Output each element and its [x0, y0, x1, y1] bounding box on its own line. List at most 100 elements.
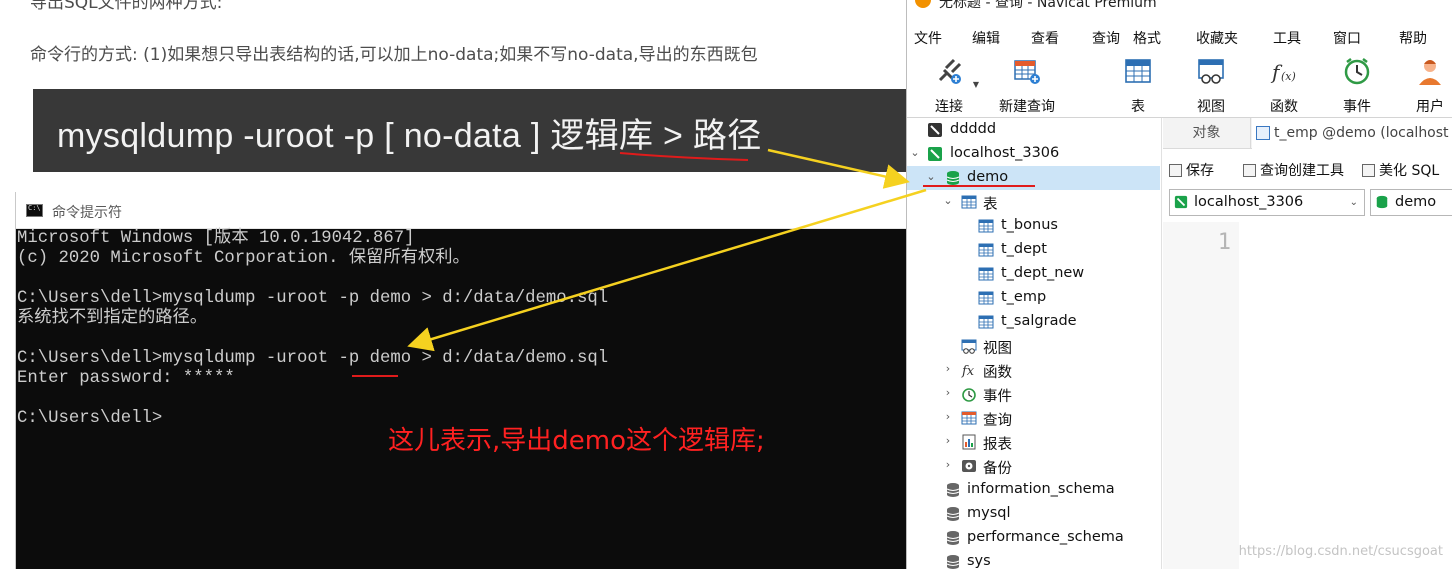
table-icon — [978, 219, 994, 233]
chevron-down-icon[interactable]: ⌄ — [909, 146, 921, 159]
tree-item-label: 报表 — [983, 437, 1012, 453]
cmd-window[interactable]: 命令提示符 Microsoft Windows [版本 10.0.19042.8… — [15, 192, 908, 569]
view-icon — [1198, 59, 1224, 84]
tree-item-database[interactable]: mysql — [907, 502, 1160, 526]
query-builder-button[interactable]: 查询创建工具 — [1243, 160, 1344, 180]
tree-item-database[interactable]: performance_schema — [907, 526, 1160, 550]
tree-item-ddddd[interactable]: ddddd — [907, 118, 1160, 142]
tree-item-label: t_salgrade — [1001, 313, 1077, 329]
command-banner-part1: mysqldump -uroot -p [ no-data ] — [57, 117, 551, 155]
clock-icon — [1344, 58, 1370, 85]
function-icon: fx — [961, 364, 975, 378]
menu-query[interactable]: 查询 — [1092, 28, 1120, 48]
navicat-window[interactable]: 无标题 - 查询 - Navicat Premium 文件 编辑 查看 查询 格… — [906, 0, 1452, 569]
backup-icon — [962, 460, 976, 472]
menu-help[interactable]: 帮助 — [1399, 28, 1427, 48]
main-toolbar: 连接 ▼ 新建查询 表 视图 f (x) 函数 事件 用户 — [907, 50, 1452, 118]
table-icon — [1125, 59, 1151, 83]
view-button[interactable]: 视图 — [1179, 56, 1243, 116]
tree-item-label: 视图 — [983, 341, 1012, 357]
command-banner-db-word: 逻辑库 — [550, 117, 654, 155]
tree-item-functions[interactable]: › fx 函数 — [907, 358, 1160, 382]
builder-icon — [1243, 164, 1256, 177]
tree-item-label: t_bonus — [1001, 217, 1058, 233]
new-query-button[interactable]: 新建查询 — [995, 56, 1059, 116]
table-label: 表 — [1131, 99, 1145, 115]
tree-item-localhost-3306[interactable]: ⌄ localhost_3306 — [907, 142, 1160, 166]
cmd-line: (c) 2020 Microsoft Corporation. 保留所有权利。 — [17, 249, 470, 268]
tree-item-label: demo — [967, 169, 1009, 185]
connection-icon — [1174, 195, 1188, 209]
tree-item-table[interactable]: t_salgrade — [907, 310, 1160, 334]
cmd-line: Enter password: ***** — [17, 369, 235, 388]
save-icon — [1169, 164, 1182, 177]
tree-item-label: 备份 — [983, 461, 1012, 477]
menu-view[interactable]: 查看 — [1031, 28, 1059, 48]
object-tree[interactable]: ddddd ⌄ localhost_3306 ⌄ demo ⌄ 表 t_bonu… — [907, 118, 1162, 569]
function-button[interactable]: f (x) 函数 — [1252, 56, 1316, 116]
tab-query[interactable]: t_emp @demo (localhost — [1252, 118, 1452, 149]
menu-edit[interactable]: 编辑 — [972, 28, 1000, 48]
navicat-title: 无标题 - 查询 - Navicat Premium — [939, 0, 1157, 11]
chevron-right-icon[interactable]: › — [942, 410, 954, 423]
beautify-sql-button[interactable]: 美化 SQL — [1362, 160, 1439, 180]
database-select[interactable]: demo — [1370, 189, 1452, 216]
navicat-titlebar[interactable]: 无标题 - 查询 - Navicat Premium — [907, 0, 1452, 14]
tree-item-database[interactable]: sys — [907, 550, 1160, 569]
connect-button[interactable]: 连接 ▼ — [917, 56, 981, 116]
annotation-underline — [923, 185, 1035, 187]
tree-item-label: sys — [967, 553, 991, 569]
query-pane: 对象 t_emp @demo (localhost 保存 查询创建工具 美化 S… — [1163, 118, 1452, 569]
table-button[interactable]: 表 — [1106, 56, 1170, 116]
editor-gutter: 1 — [1163, 222, 1239, 569]
clock-icon — [962, 388, 976, 402]
tree-item-table[interactable]: t_emp — [907, 286, 1160, 310]
tree-item-database[interactable]: information_schema — [907, 478, 1160, 502]
tree-item-label: 事件 — [983, 389, 1012, 405]
tab-objects[interactable]: 对象 — [1163, 118, 1251, 149]
connection-icon — [928, 123, 942, 137]
chevron-right-icon[interactable]: › — [942, 386, 954, 399]
chevron-down-icon[interactable]: ⌄ — [1350, 190, 1358, 215]
menu-file[interactable]: 文件 — [914, 28, 942, 48]
menu-window[interactable]: 窗口 — [1333, 28, 1361, 48]
tree-item-events[interactable]: › 事件 — [907, 382, 1160, 406]
cmd-output[interactable]: Microsoft Windows [版本 10.0.19042.867] (c… — [17, 229, 608, 429]
user-icon — [1419, 60, 1441, 85]
cmd-line: 系统找不到指定的路径。 — [17, 309, 208, 328]
tree-item-label: mysql — [967, 505, 1011, 521]
chevron-right-icon[interactable]: › — [942, 434, 954, 447]
view-label: 视图 — [1197, 99, 1225, 115]
chevron-down-icon[interactable]: ▼ — [973, 80, 979, 89]
event-button[interactable]: 事件 — [1325, 56, 1389, 116]
tree-item-table[interactable]: t_dept_new — [907, 262, 1160, 286]
cmd-line: C:\Users\dell>mysqldump -uroot -p demo >… — [17, 289, 609, 308]
tree-item-table[interactable]: t_dept — [907, 238, 1160, 262]
chevron-right-icon[interactable]: › — [942, 458, 954, 471]
tree-item-label: ddddd — [950, 121, 997, 137]
tree-item-label: information_schema — [967, 481, 1115, 497]
menu-favorites[interactable]: 收藏夹 — [1196, 28, 1238, 48]
save-button[interactable]: 保存 — [1169, 160, 1214, 180]
user-button[interactable]: 用户 — [1398, 56, 1452, 116]
cmd-window-title: 命令提示符 — [52, 205, 122, 221]
chevron-down-icon[interactable]: ⌄ — [942, 194, 954, 207]
tree-item-label: 查询 — [983, 413, 1012, 429]
cmd-titlebar[interactable]: 命令提示符 — [16, 192, 908, 229]
connection-select[interactable]: localhost_3306 ⌄ — [1169, 189, 1365, 216]
tree-item-views[interactable]: 视图 — [907, 334, 1160, 358]
chevron-right-icon[interactable]: › — [942, 362, 954, 375]
tree-item-reports[interactable]: › 报表 — [907, 430, 1160, 454]
cmd-line — [17, 269, 608, 289]
tree-item-backups[interactable]: › 备份 — [907, 454, 1160, 478]
svg-text:(x): (x) — [1281, 70, 1296, 83]
tree-item-table[interactable]: t_bonus — [907, 214, 1160, 238]
tree-item-tables[interactable]: ⌄ 表 — [907, 190, 1160, 214]
tree-item-queries[interactable]: › 查询 — [907, 406, 1160, 430]
tree-item-label: localhost_3306 — [950, 145, 1060, 161]
sql-editor[interactable]: 1 https://blog.csdn.net/csucsgoat — [1163, 222, 1452, 569]
chevron-down-icon[interactable]: ⌄ — [925, 170, 937, 183]
menu-format[interactable]: 格式 — [1133, 28, 1161, 48]
article-intro-line: 命令行的方式: (1)如果想只导出表结构的话,可以加上no-data;如果不写n… — [30, 45, 758, 65]
menu-tools[interactable]: 工具 — [1273, 28, 1301, 48]
